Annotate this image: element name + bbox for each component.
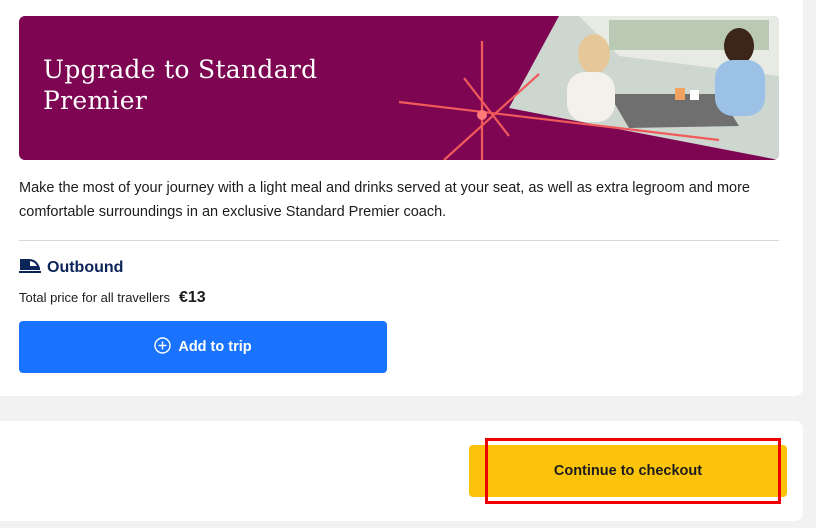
train-icon <box>19 257 41 278</box>
upgrade-banner: Upgrade to Standard Premier <box>19 16 779 160</box>
journey-direction: Outbound <box>19 257 123 278</box>
price-value: €13 <box>179 289 206 306</box>
price-row: Total price for all travellers €13 <box>19 289 206 307</box>
upgrade-description: Make the most of your journey with a lig… <box>19 180 750 220</box>
banner-title: Upgrade to Standard Premier <box>43 55 318 115</box>
person-right-hair <box>724 28 754 64</box>
direction-label: Outbound <box>47 258 124 276</box>
add-to-trip-button[interactable]: Add to trip <box>19 321 387 373</box>
person-left-body <box>567 72 615 122</box>
checkout-label: Continue to checkout <box>553 463 703 479</box>
person-right-body <box>715 60 765 116</box>
plus-circle-icon <box>154 336 172 358</box>
person-left-hair <box>578 34 610 74</box>
price-label: Total price for all travellers <box>19 290 170 305</box>
divider <box>19 240 779 241</box>
add-to-trip-label: Add to trip <box>178 339 252 355</box>
continue-to-checkout-button[interactable]: Continue to checkout <box>469 445 787 497</box>
upgrade-card: Upgrade to Standard Premier Make the mos… <box>0 0 803 396</box>
